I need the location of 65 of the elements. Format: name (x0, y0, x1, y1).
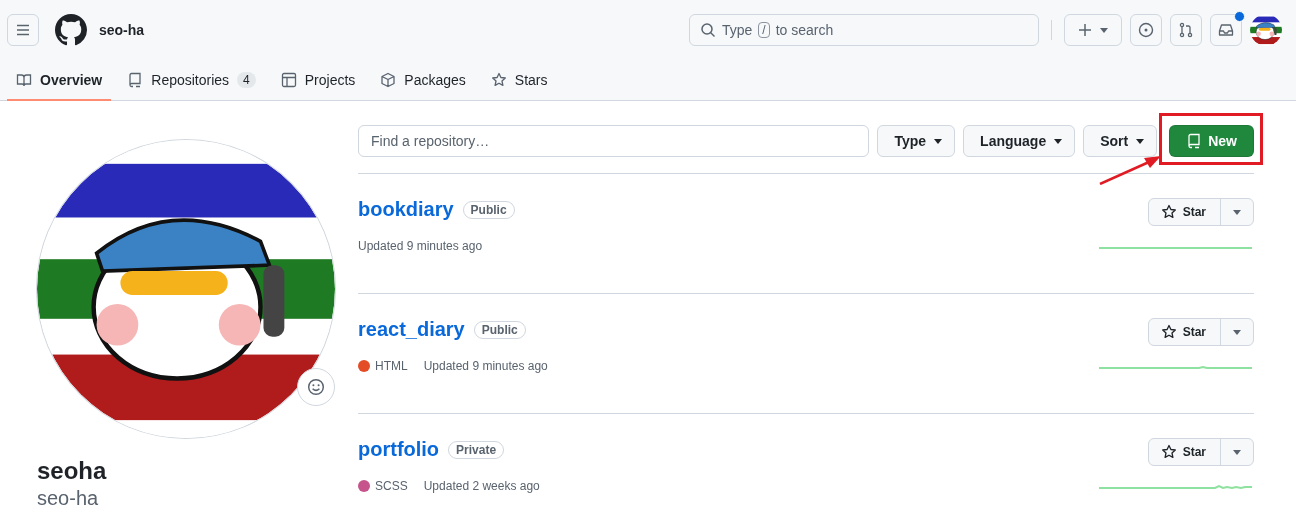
star-icon (490, 71, 507, 88)
avatar-button[interactable] (1250, 14, 1282, 46)
updated-time: Updated 9 minutes ago (358, 239, 483, 253)
circle-dot-icon (1138, 22, 1154, 38)
repository-link[interactable]: react_diary (358, 318, 465, 341)
profile-tab[interactable]: Packages (371, 60, 475, 101)
repo-icon (127, 71, 144, 88)
repository-count: 4 (237, 71, 256, 88)
profile-tab[interactable]: Repositories 4 (118, 60, 265, 101)
set-status-button[interactable] (297, 368, 335, 406)
repo-icon (1186, 133, 1203, 149)
caret-icon (1136, 138, 1145, 144)
updated-time: Updated 9 minutes ago (423, 359, 548, 373)
octocat-logo-icon[interactable] (55, 14, 87, 46)
repository-link[interactable]: portfolio (358, 438, 440, 461)
issues-button[interactable] (1130, 14, 1162, 46)
username-link[interactable]: seo-ha (99, 22, 145, 38)
caret-icon (1054, 138, 1063, 144)
table-icon (280, 71, 297, 88)
tab-label: Repositories (151, 71, 230, 88)
caret-icon (1233, 449, 1241, 455)
language-name: SCSS (375, 479, 408, 493)
profile-tab[interactable]: Overview (7, 60, 112, 101)
create-new-button[interactable] (1064, 14, 1122, 46)
updated-time: Updated 2 weeks ago (423, 479, 540, 493)
pull-requests-button[interactable] (1170, 14, 1202, 46)
new-repository-button[interactable]: New (1169, 125, 1254, 157)
find-repository-field[interactable]: Find a repository… (358, 125, 870, 157)
tab-label: Overview (40, 71, 103, 88)
caret-icon (1233, 329, 1241, 335)
profile-login: seo-ha (37, 486, 100, 510)
package-icon (380, 71, 397, 88)
star-button[interactable]: Star (1148, 319, 1221, 345)
caret-icon (1233, 209, 1241, 215)
shortcut-key: / (758, 22, 770, 38)
search-hint: Type (722, 22, 753, 38)
repository-link[interactable]: bookdiary (358, 198, 454, 221)
profile-tab[interactable]: Projects (271, 60, 365, 101)
star-icon (1160, 324, 1177, 340)
tab-label: Packages (404, 71, 466, 88)
plus-icon (1078, 23, 1092, 37)
star-button[interactable]: Star (1148, 439, 1221, 465)
profile-tab[interactable]: Stars (481, 60, 557, 101)
pull-request-icon (1178, 22, 1194, 38)
profile-name: seoha (37, 456, 108, 486)
filter-dropdown[interactable]: Type (877, 125, 956, 157)
inbox-icon (1218, 22, 1234, 38)
star-icon (1160, 204, 1177, 220)
inbox-button[interactable] (1210, 14, 1242, 46)
search-hint: to search (775, 22, 834, 38)
caret-icon (934, 138, 943, 144)
menu-icon (15, 22, 31, 38)
tab-label: Stars (514, 71, 548, 88)
language-name: HTML (375, 359, 408, 373)
filter-dropdown[interactable]: Language (963, 125, 1076, 157)
book-icon (16, 71, 32, 88)
search-field[interactable]: Type / to search (689, 14, 1039, 46)
star-icon (1160, 444, 1177, 460)
tab-label: Projects (304, 71, 356, 88)
smiley-icon (307, 378, 325, 396)
menu-button[interactable] (7, 14, 39, 46)
caret-icon (1100, 27, 1108, 33)
filter-dropdown[interactable]: Sort (1083, 125, 1158, 157)
star-button[interactable]: Star (1148, 199, 1221, 225)
search-icon (700, 22, 716, 38)
